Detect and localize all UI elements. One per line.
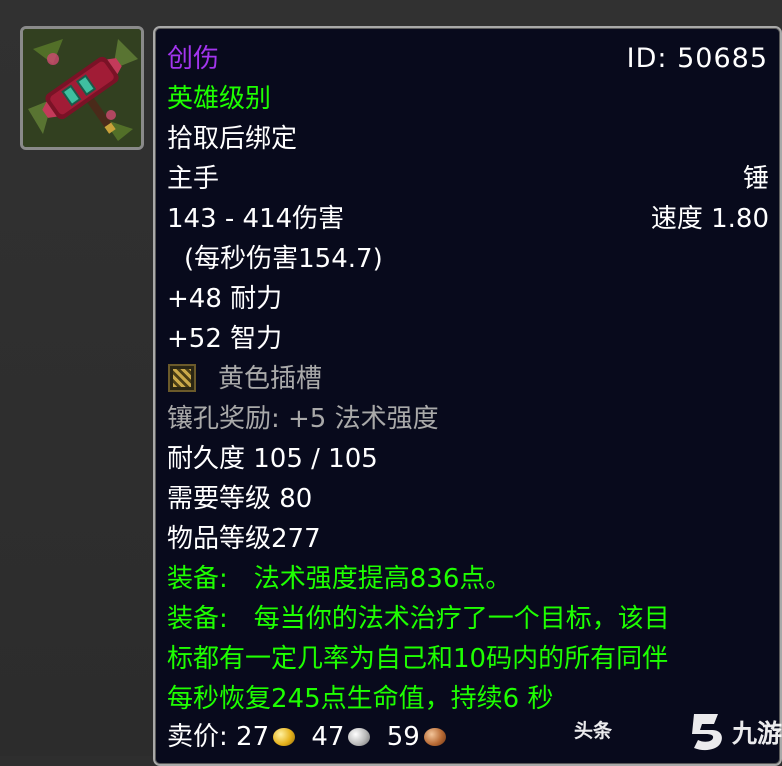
watermark-text-toutiao: 头条 [574, 720, 613, 742]
mace-weapon-icon [23, 29, 141, 147]
weapon-type: 锤 [742, 164, 769, 194]
silver-amount: 47 [311, 722, 345, 752]
socket-label: 黄色插槽 [218, 364, 323, 394]
copper-amount: 59 [386, 722, 420, 752]
item-slot: 主手 [167, 164, 220, 194]
required-level: 需要等级 80 [167, 484, 313, 514]
durability: 耐久度 105 / 105 [167, 444, 378, 474]
equip-effect-2-line-2: 标都有一定几率为自己和10码内的所有同伴 [167, 644, 669, 674]
equip-label: 装备: [167, 564, 228, 594]
equip-text: 每当你的法术治疗了一个目标，该目 [253, 604, 670, 634]
watermark-text-jiuyou: 九游 [732, 719, 782, 748]
item-quality: 英雄级别 [167, 84, 272, 114]
stat-stamina: +48 耐力 [167, 284, 283, 314]
item-name: 创伤 [167, 44, 220, 74]
gold-coin-icon [273, 728, 296, 746]
yellow-socket-icon [168, 364, 196, 392]
equip-effect-2: 装备: 每当你的法术治疗了一个目标，该目 [167, 604, 670, 634]
item-icon[interactable] [20, 26, 144, 150]
jiuyou-logo-icon [692, 714, 722, 751]
damage-per-second: (每秒伤害154.7) [184, 244, 383, 274]
equip-effect-1: 装备: 法术强度提高836点。 [167, 564, 511, 594]
equip-text: 法术强度提高836点。 [253, 564, 512, 594]
equip-effect-2-line-3: 每秒恢复245点生命值，持续6 秒 [167, 684, 554, 714]
attack-speed: 速度 1.80 [650, 204, 769, 234]
socket-bonus: 镶孔奖励: +5 法术强度 [167, 404, 439, 434]
sell-label: 卖价: [167, 722, 228, 752]
watermark: 头条 九游 [572, 700, 782, 756]
item-id: ID: 50685 [626, 43, 768, 74]
copper-coin-icon [423, 728, 446, 746]
gold-amount: 27 [236, 722, 270, 752]
stat-intellect: +52 智力 [167, 324, 283, 354]
sell-price: 卖价: 27 47 59 [167, 722, 454, 752]
bind-type: 拾取后绑定 [167, 124, 298, 154]
silver-coin-icon [348, 728, 371, 746]
equip-label: 装备: [167, 604, 228, 634]
item-level: 物品等级277 [167, 524, 321, 554]
damage-range: 143 - 414伤害 [167, 204, 345, 234]
